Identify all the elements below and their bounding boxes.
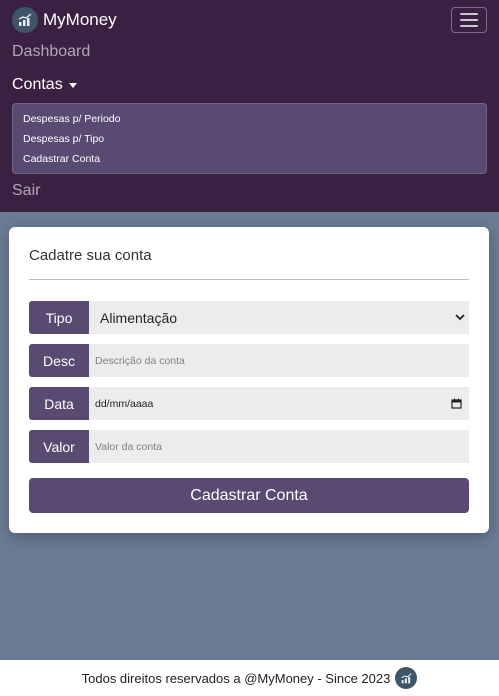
nav-contas-label: Contas	[12, 76, 63, 93]
tipo-selected-value: Alimentação	[100, 309, 178, 326]
valor-placeholder: Valor da conta	[95, 440, 162, 453]
tipo-row: Tipo Alimentação	[29, 301, 469, 334]
navbar-toggler-button[interactable]	[451, 7, 487, 33]
tipo-label: Tipo	[29, 301, 89, 334]
money-chart-logo-icon	[12, 7, 38, 33]
date-value: dd/mm/aaaa	[95, 397, 154, 410]
caret-down-icon	[68, 82, 77, 88]
footer-text: Todos direitos reservados a @MyMoney - S…	[81, 670, 391, 686]
footer: Todos direitos reservados a @MyMoney - S…	[0, 660, 499, 696]
valor-row: Valor Valor da conta	[29, 430, 469, 463]
brand-link[interactable]: MyMoney	[12, 7, 117, 33]
valor-label: Valor	[29, 430, 89, 463]
desc-row: Desc Descrição da conta	[29, 344, 469, 377]
nav-sair-link[interactable]: Sair	[12, 182, 40, 200]
desc-label: Desc	[29, 344, 89, 377]
dropdown-item-despesas-periodo[interactable]: Despesas p/ Periodo	[23, 113, 120, 125]
dropdown-item-cadastrar-conta[interactable]: Cadastrar Conta	[23, 153, 100, 165]
divider	[29, 279, 469, 280]
date-input[interactable]: dd/mm/aaaa	[89, 387, 469, 420]
hamburger-icon	[460, 13, 478, 15]
data-label: Data	[29, 387, 89, 420]
dropdown-item-despesas-tipo[interactable]: Despesas p/ Tipo	[23, 133, 104, 145]
navbar: MyMoney Dashboard Contas Despesas p/ Per…	[0, 0, 499, 212]
data-row: Data dd/mm/aaaa	[29, 387, 469, 420]
desc-input[interactable]: Descrição da conta	[89, 344, 469, 377]
form-card: Cadatre sua conta Tipo Alimentação Desc …	[9, 227, 489, 533]
brand-name: MyMoney	[43, 10, 117, 29]
nav-contas-dropdown-toggle[interactable]: Contas	[12, 76, 77, 94]
nav-dashboard-link[interactable]: Dashboard	[12, 43, 90, 61]
calendar-icon[interactable]	[451, 398, 462, 409]
tipo-select[interactable]: Alimentação	[89, 301, 469, 334]
chevron-down-icon	[455, 314, 465, 321]
desc-placeholder: Descrição da conta	[95, 354, 185, 367]
valor-input[interactable]: Valor da conta	[89, 430, 469, 463]
cadastrar-conta-button[interactable]: Cadastrar Conta	[29, 478, 469, 513]
contas-dropdown-menu: Despesas p/ Periodo Despesas p/ Tipo Cad…	[12, 103, 487, 174]
form-title: Cadatre sua conta	[29, 247, 152, 264]
money-chart-logo-icon	[395, 667, 418, 689]
